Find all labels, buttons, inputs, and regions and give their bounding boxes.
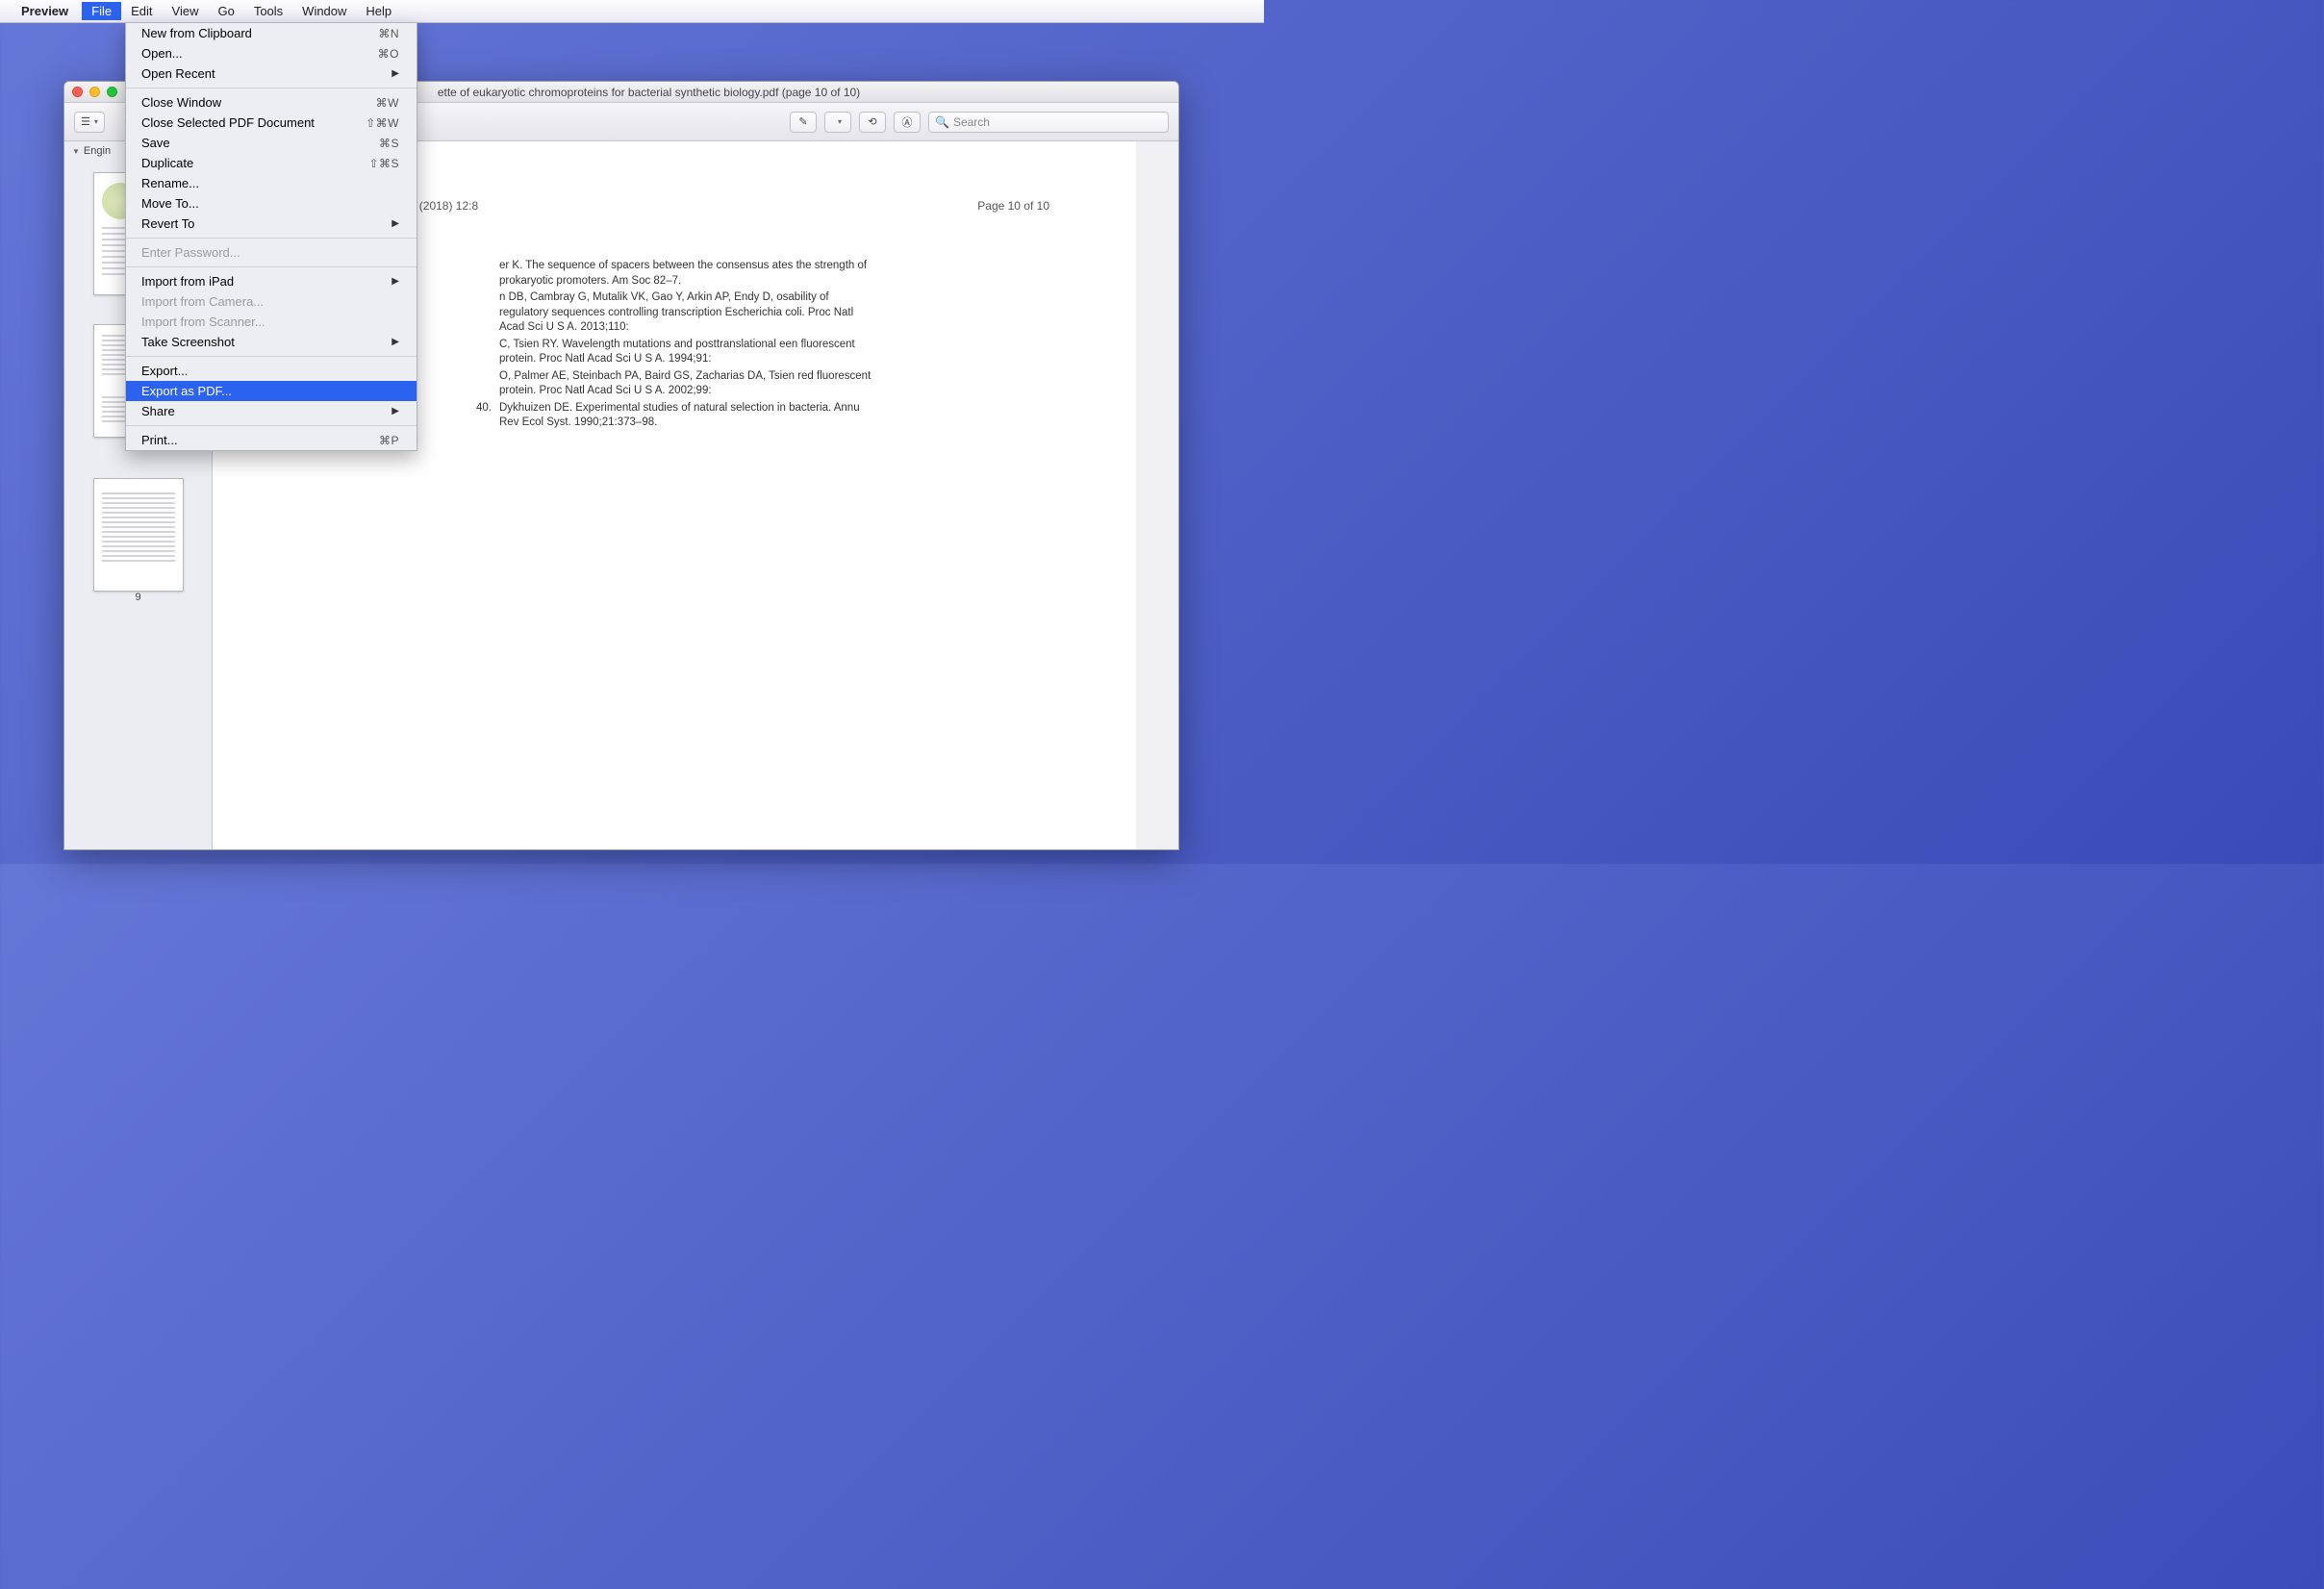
menu-item-import-from-ipad[interactable]: Import from iPad ▶ (126, 271, 417, 291)
menu-item-label: Move To... (141, 196, 199, 211)
menu-separator (126, 238, 417, 239)
menu-item-label: Enter Password... (141, 245, 240, 260)
menu-item-shortcut: ⌘N (378, 27, 399, 40)
menu-item-new-from-clipboard[interactable]: New from Clipboard ⌘N (126, 23, 417, 43)
markup-pen-button[interactable]: ✎ (790, 112, 817, 133)
search-icon: 🔍 (935, 115, 949, 129)
thumbnail-group[interactable]: 9 (93, 478, 184, 603)
submenu-arrow-icon: ▶ (392, 218, 399, 229)
app-name[interactable]: Preview (21, 4, 68, 18)
thumbnail-label: 9 (93, 592, 184, 603)
menu-item-shortcut: ⌘P (379, 434, 399, 447)
menu-item-label: New from Clipboard (141, 26, 252, 40)
menu-item-enter-password: Enter Password... (126, 242, 417, 263)
menu-item-label: Open... (141, 46, 183, 61)
journal-year: (2018) 12:8 (419, 199, 478, 213)
sidebar-view-button[interactable]: ☰▾ (74, 112, 105, 133)
reference-item: er K. The sequence of spacers between th… (472, 259, 876, 289)
menu-item-label: Import from Scanner... (141, 315, 265, 329)
sidebar-header-label: Engin (84, 145, 111, 157)
menu-view[interactable]: View (163, 2, 209, 20)
page-number: Page 10 of 10 (977, 199, 1049, 213)
menu-tools[interactable]: Tools (244, 2, 292, 20)
menu-separator (126, 356, 417, 357)
menu-item-label: Export... (141, 364, 188, 378)
menu-item-label: Save (141, 136, 170, 150)
menu-item-export-as-pdf[interactable]: Export as PDF... (126, 381, 417, 401)
menu-help[interactable]: Help (356, 2, 401, 20)
page-thumbnail[interactable] (93, 478, 184, 592)
annotate-button[interactable]: Ⓐ (894, 112, 921, 133)
menu-item-import-from-camera: Import from Camera... (126, 291, 417, 312)
zoom-icon[interactable] (107, 87, 117, 97)
menu-item-close-window[interactable]: Close Window ⌘W (126, 92, 417, 113)
rotate-button[interactable]: ⟲ (859, 112, 886, 133)
markup-dropdown-button[interactable]: ▾ (824, 112, 851, 133)
menu-item-shortcut: ⌘O (378, 47, 399, 61)
menu-item-label: Revert To (141, 216, 194, 231)
reference-item: C, Tsien RY. Wavelength mutations and po… (472, 338, 876, 367)
menu-item-open[interactable]: Open... ⌘O (126, 43, 417, 63)
menu-separator (126, 266, 417, 267)
menubar: Preview File Edit View Go Tools Window H… (0, 0, 1264, 23)
submenu-arrow-icon: ▶ (392, 68, 399, 79)
menu-item-move-to[interactable]: Move To... (126, 193, 417, 214)
references: er K. The sequence of spacers between th… (472, 259, 876, 431)
traffic-lights (72, 87, 117, 97)
menu-item-label: Share (141, 404, 175, 418)
search-placeholder: Search (953, 115, 990, 129)
menu-item-close-selected-pdf-document[interactable]: Close Selected PDF Document ⇧⌘W (126, 113, 417, 133)
menu-window[interactable]: Window (292, 2, 356, 20)
menu-item-shortcut: ⇧⌘S (368, 157, 399, 170)
menu-item-save[interactable]: Save ⌘S (126, 133, 417, 153)
menu-item-share[interactable]: Share ▶ (126, 401, 417, 421)
menu-item-shortcut: ⌘W (376, 96, 399, 110)
menu-item-open-recent[interactable]: Open Recent ▶ (126, 63, 417, 84)
menu-file[interactable]: File (82, 2, 121, 20)
menu-item-label: Export as PDF... (141, 384, 232, 398)
minimize-icon[interactable] (89, 87, 100, 97)
menu-item-rename[interactable]: Rename... (126, 173, 417, 193)
menu-item-label: Open Recent (141, 66, 215, 81)
reference-item: O, Palmer AE, Steinbach PA, Baird GS, Za… (472, 369, 876, 399)
menu-item-revert-to[interactable]: Revert To ▶ (126, 214, 417, 234)
submenu-arrow-icon: ▶ (392, 276, 399, 287)
menu-item-label: Rename... (141, 176, 199, 190)
menu-item-label: Close Window (141, 95, 221, 110)
submenu-arrow-icon: ▶ (392, 337, 399, 347)
reference-item: 40.Dykhuizen DE. Experimental studies of… (472, 401, 876, 431)
disclosure-triangle-icon[interactable]: ▼ (72, 147, 80, 156)
menu-item-duplicate[interactable]: Duplicate ⇧⌘S (126, 153, 417, 173)
menu-item-import-from-scanner: Import from Scanner... (126, 312, 417, 332)
menu-item-shortcut: ⌘S (379, 137, 399, 150)
menu-item-label: Print... (141, 433, 178, 447)
menu-item-label: Duplicate (141, 156, 193, 170)
menu-item-label: Close Selected PDF Document (141, 115, 315, 130)
search-input[interactable]: 🔍 Search (928, 112, 1169, 133)
menu-separator (126, 425, 417, 426)
menu-go[interactable]: Go (208, 2, 243, 20)
menu-item-label: Import from Camera... (141, 294, 264, 309)
menu-item-shortcut: ⇧⌘W (366, 116, 399, 130)
menu-item-label: Take Screenshot (141, 335, 235, 349)
reference-item: n DB, Cambray G, Mutalik VK, Gao Y, Arki… (472, 290, 876, 336)
menu-item-print[interactable]: Print... ⌘P (126, 430, 417, 450)
submenu-arrow-icon: ▶ (392, 406, 399, 416)
menu-item-label: Import from iPad (141, 274, 234, 289)
menu-item-export[interactable]: Export... (126, 361, 417, 381)
close-icon[interactable] (72, 87, 83, 97)
file-menu-dropdown: New from Clipboard ⌘N Open... ⌘O Open Recent… (125, 23, 417, 451)
menu-item-take-screenshot[interactable]: Take Screenshot ▶ (126, 332, 417, 352)
menu-edit[interactable]: Edit (121, 2, 162, 20)
